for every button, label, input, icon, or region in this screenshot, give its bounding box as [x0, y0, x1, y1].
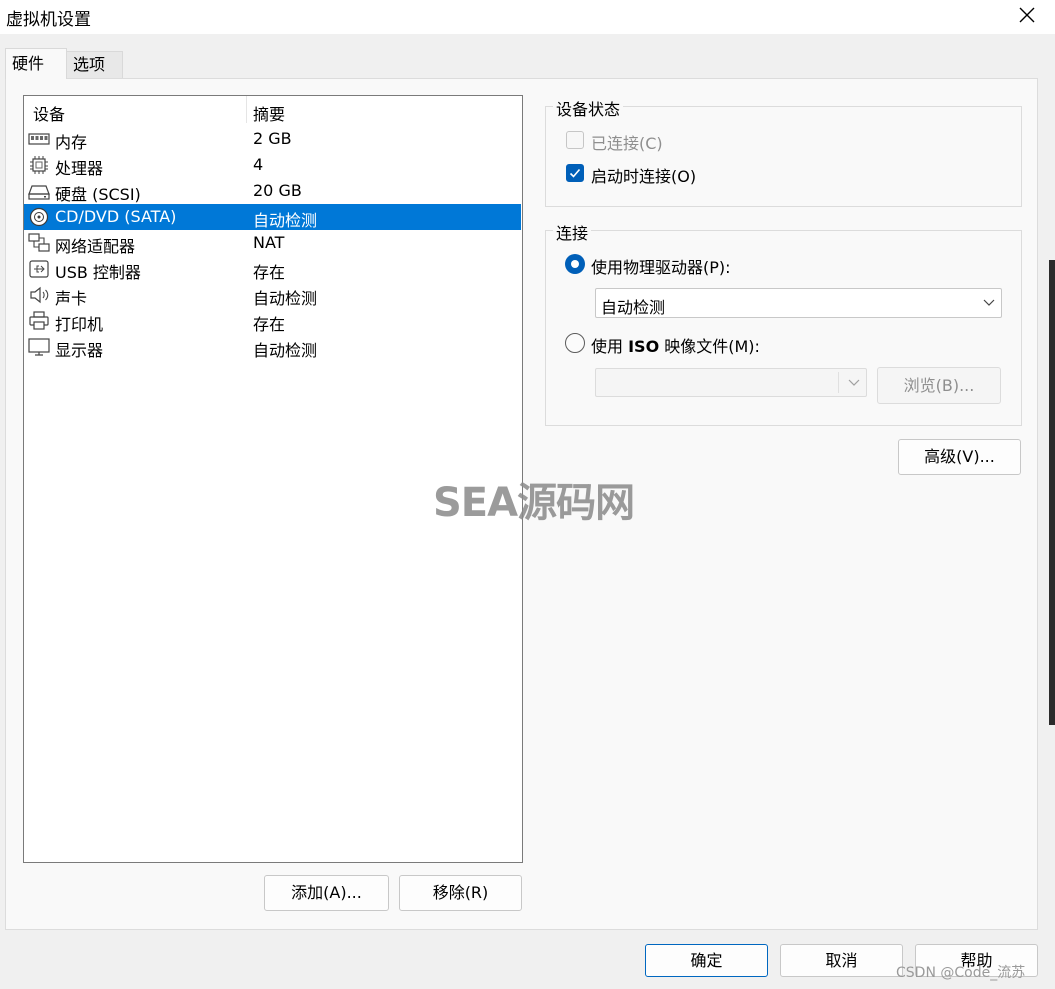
column-header-summary[interactable]: 摘要	[253, 101, 285, 125]
device-row-printer[interactable]: 打印机 存在	[24, 308, 521, 334]
window-edge	[1049, 260, 1055, 725]
device-name: 显示器	[55, 341, 104, 360]
memory-icon	[28, 133, 50, 145]
title-bar: 虚拟机设置	[0, 0, 1055, 34]
device-row-usb-controller[interactable]: USB 控制器 存在	[24, 256, 521, 282]
connect-at-power-on-label: 启动时连接(O)	[591, 167, 697, 186]
browse-button[interactable]: 浏览(B)...	[877, 367, 1001, 404]
column-header-device[interactable]: 设备	[33, 101, 65, 125]
device-status-label: 设备状态	[553, 96, 624, 120]
device-name: 声卡	[55, 289, 88, 308]
iso-image-label: 使用 ISO 映像文件(M):	[591, 333, 760, 357]
iso-label-bold: ISO	[628, 337, 660, 356]
device-row-cd-dvd[interactable]: CD/DVD (SATA) 自动检测	[24, 204, 521, 230]
monitor-icon	[28, 338, 50, 356]
connected-checkbox[interactable]	[566, 131, 584, 149]
advanced-button[interactable]: 高级(V)...	[898, 439, 1021, 475]
connection-label: 连接	[553, 220, 592, 244]
printer-icon	[29, 311, 49, 330]
close-icon	[1019, 7, 1035, 23]
device-summary: 自动检测	[253, 341, 318, 360]
device-row-processor[interactable]: 处理器 4	[24, 152, 521, 178]
device-row-hard-disk[interactable]: 硬盘 (SCSI) 20 GB	[24, 178, 521, 204]
add-device-button[interactable]: 添加(A)...	[264, 875, 389, 911]
physical-drive-select[interactable]: 自动检测	[595, 288, 1002, 318]
hard-disk-icon	[28, 185, 50, 200]
device-name: 网络适配器	[55, 237, 136, 256]
connected-label: 已连接(C)	[591, 134, 663, 153]
cd-dvd-icon	[29, 207, 49, 227]
iso-label-suffix: 映像文件(M):	[659, 337, 760, 356]
device-row-network-adapter[interactable]: 网络适配器 NAT	[24, 230, 521, 256]
device-row-sound-card[interactable]: 声卡 自动检测	[24, 282, 521, 308]
device-name: 硬盘 (SCSI)	[55, 185, 141, 204]
network-adapter-icon	[28, 233, 50, 252]
iso-label-prefix: 使用	[591, 337, 629, 356]
chevron-down-icon	[848, 379, 860, 386]
device-summary: NAT	[253, 233, 285, 252]
list-header: 设备 摘要	[24, 96, 522, 125]
device-name: 处理器	[55, 159, 104, 178]
physical-drive-value: 自动检测	[601, 298, 666, 317]
combo-divider	[838, 372, 839, 393]
remove-device-button[interactable]: 移除(R)	[399, 875, 522, 911]
connect-at-power-on-checkbox[interactable]	[566, 164, 584, 182]
iso-file-path-input[interactable]	[595, 368, 867, 397]
device-summary: 存在	[253, 315, 286, 334]
tab-options[interactable]: 选项	[66, 51, 123, 78]
ok-button[interactable]: 确定	[645, 944, 768, 977]
close-button[interactable]	[1010, 0, 1044, 30]
usb-icon	[29, 260, 49, 278]
cancel-button[interactable]: 取消	[780, 944, 903, 977]
device-summary: 2 GB	[253, 129, 292, 148]
device-name: 内存	[55, 133, 88, 152]
tab-hardware[interactable]: 硬件	[5, 48, 67, 79]
device-summary: 存在	[253, 263, 286, 282]
device-summary: 自动检测	[253, 211, 318, 230]
device-summary: 20 GB	[253, 181, 302, 200]
physical-drive-label: 使用物理驱动器(P):	[591, 258, 731, 277]
physical-drive-radio[interactable]	[565, 254, 585, 274]
device-row-memory[interactable]: 内存 2 GB	[24, 126, 521, 152]
window-title: 虚拟机设置	[6, 10, 91, 30]
speaker-icon	[30, 286, 49, 304]
iso-image-radio[interactable]	[565, 333, 585, 353]
device-row-display[interactable]: 显示器 自动检测	[24, 334, 521, 360]
processor-icon	[30, 156, 48, 174]
device-name: USB 控制器	[55, 263, 141, 282]
device-summary: 4	[253, 155, 264, 174]
center-watermark: SEA源码网	[433, 480, 635, 526]
device-name: CD/DVD (SATA)	[55, 207, 177, 226]
chevron-down-icon	[983, 299, 995, 306]
device-status-group	[545, 106, 1022, 207]
device-name: 打印机	[55, 315, 104, 334]
corner-watermark: CSDN @Code_流苏	[896, 965, 1026, 981]
device-summary: 自动检测	[253, 289, 318, 308]
checkmark-icon	[569, 168, 581, 178]
column-separator[interactable]	[246, 96, 247, 123]
